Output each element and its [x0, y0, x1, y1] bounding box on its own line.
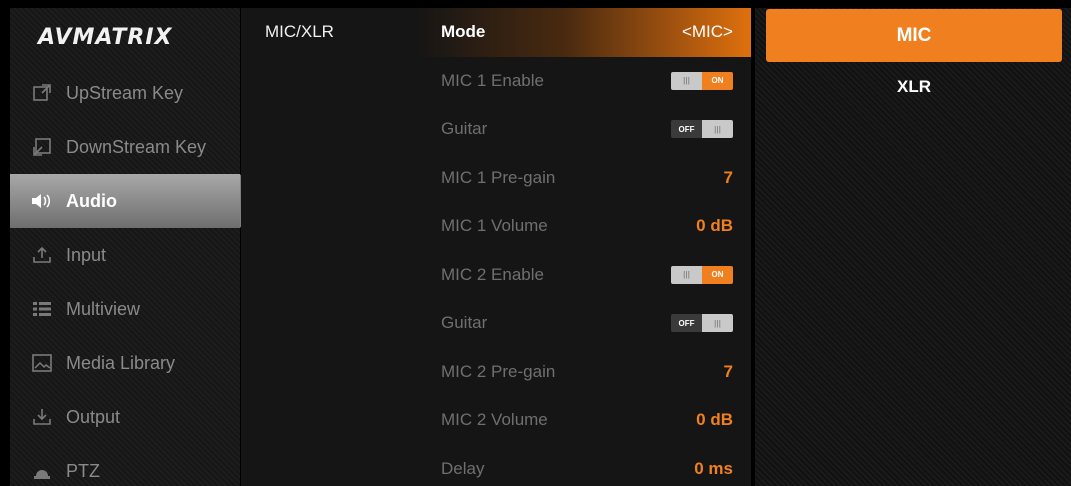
- sidebar-item-label: UpStream Key: [66, 82, 184, 103]
- setting-label: Delay: [441, 458, 485, 478]
- setting-value: 7: [723, 361, 733, 381]
- setting-label: MIC 2 Enable: [441, 264, 544, 284]
- section-label: MIC/XLR: [265, 22, 334, 41]
- image-icon: [30, 353, 54, 373]
- ptz-camera-icon: [30, 461, 54, 481]
- setting-label: MIC 1 Enable: [441, 70, 544, 90]
- toggle-state: ON: [702, 265, 733, 284]
- settings-panel: MIC/XLR Mode <MIC> MIC 1 Enable ||| ON G…: [241, 8, 751, 486]
- setting-value: <MIC>: [681, 22, 733, 42]
- multiview-icon: [30, 299, 54, 319]
- sidebar-item-label: DownStream Key: [66, 136, 207, 157]
- setting-value: 0 dB: [696, 410, 733, 430]
- upstream-key-icon: [30, 83, 54, 103]
- setting-row-mic1-volume[interactable]: MIC 1 Volume 0 dB: [416, 202, 751, 251]
- sidebar-item-upstream-key[interactable]: UpStream Key: [10, 66, 240, 120]
- mode-options-panel: MIC XLR: [755, 8, 1071, 486]
- downstream-key-icon: [30, 137, 54, 157]
- sidebar-item-input[interactable]: Input: [10, 228, 240, 282]
- setting-row-mode[interactable]: Mode <MIC>: [416, 8, 751, 57]
- mic2-enable-toggle[interactable]: ||| ON: [671, 265, 733, 284]
- sidebar: AVMATRIX UpStream Key DownStream Key Aud…: [10, 8, 259, 486]
- toggle-state: OFF: [671, 314, 702, 333]
- sidebar-item-label: Multiview: [66, 298, 141, 319]
- setting-label: Mode: [441, 22, 486, 42]
- setting-value: 0 ms: [694, 458, 733, 478]
- setting-row-mic1-pregain[interactable]: MIC 1 Pre-gain 7: [416, 154, 751, 203]
- setting-label: MIC 2 Pre-gain: [441, 361, 556, 381]
- setting-value: 0 dB: [696, 216, 733, 236]
- setting-label: MIC 2 Volume: [441, 410, 548, 430]
- audio-settings-screen: AVMATRIX UpStream Key DownStream Key Aud…: [0, 0, 1071, 486]
- mode-option-xlr[interactable]: XLR: [766, 66, 1062, 108]
- mic1-guitar-toggle[interactable]: OFF |||: [671, 120, 733, 139]
- setting-row-mic2-volume[interactable]: MIC 2 Volume 0 dB: [416, 396, 751, 445]
- input-icon: [30, 245, 54, 265]
- setting-label: MIC 1 Pre-gain: [441, 167, 556, 187]
- sidebar-item-label: Media Library: [66, 352, 176, 373]
- toggle-grip-icon: |||: [702, 120, 733, 139]
- setting-row-mic1-enable[interactable]: MIC 1 Enable ||| ON: [416, 57, 751, 106]
- sidebar-item-ptz[interactable]: PTZ: [10, 444, 240, 486]
- sidebar-item-label: PTZ: [66, 460, 100, 481]
- setting-value: 7: [723, 167, 733, 187]
- sidebar-item-media-library[interactable]: Media Library: [10, 336, 240, 390]
- toggle-grip-icon: |||: [671, 265, 702, 284]
- toggle-grip-icon: |||: [702, 314, 733, 333]
- brand-logo: AVMATRIX: [38, 24, 173, 50]
- setting-row-delay[interactable]: Delay 0 ms: [416, 445, 751, 486]
- sidebar-item-output[interactable]: Output: [10, 390, 240, 444]
- setting-row-mic2-enable[interactable]: MIC 2 Enable ||| ON: [416, 251, 751, 300]
- setting-row-mic1-guitar[interactable]: Guitar OFF |||: [416, 105, 751, 154]
- settings-list: Mode <MIC> MIC 1 Enable ||| ON Guitar OF…: [416, 8, 751, 486]
- setting-label: MIC 1 Volume: [441, 216, 548, 236]
- setting-label: Guitar: [441, 313, 488, 333]
- mic2-guitar-toggle[interactable]: OFF |||: [671, 314, 733, 333]
- sidebar-item-label: Audio: [66, 190, 117, 211]
- setting-row-mic2-pregain[interactable]: MIC 2 Pre-gain 7: [416, 348, 751, 397]
- setting-row-mic2-guitar[interactable]: Guitar OFF |||: [416, 299, 751, 348]
- sidebar-item-downstream-key[interactable]: DownStream Key: [10, 120, 240, 174]
- sidebar-item-audio[interactable]: Audio: [10, 174, 259, 228]
- mic1-enable-toggle[interactable]: ||| ON: [671, 71, 733, 90]
- setting-label: Guitar: [441, 119, 488, 139]
- sidebar-item-label: Input: [66, 244, 107, 265]
- toggle-state: OFF: [671, 120, 702, 139]
- speaker-icon: [30, 191, 54, 211]
- toggle-grip-icon: |||: [671, 71, 702, 90]
- mode-option-mic[interactable]: MIC: [766, 9, 1062, 62]
- sidebar-item-label: Output: [66, 406, 121, 427]
- output-icon: [30, 407, 54, 427]
- toggle-state: ON: [702, 71, 733, 90]
- sidebar-item-multiview[interactable]: Multiview: [10, 282, 240, 336]
